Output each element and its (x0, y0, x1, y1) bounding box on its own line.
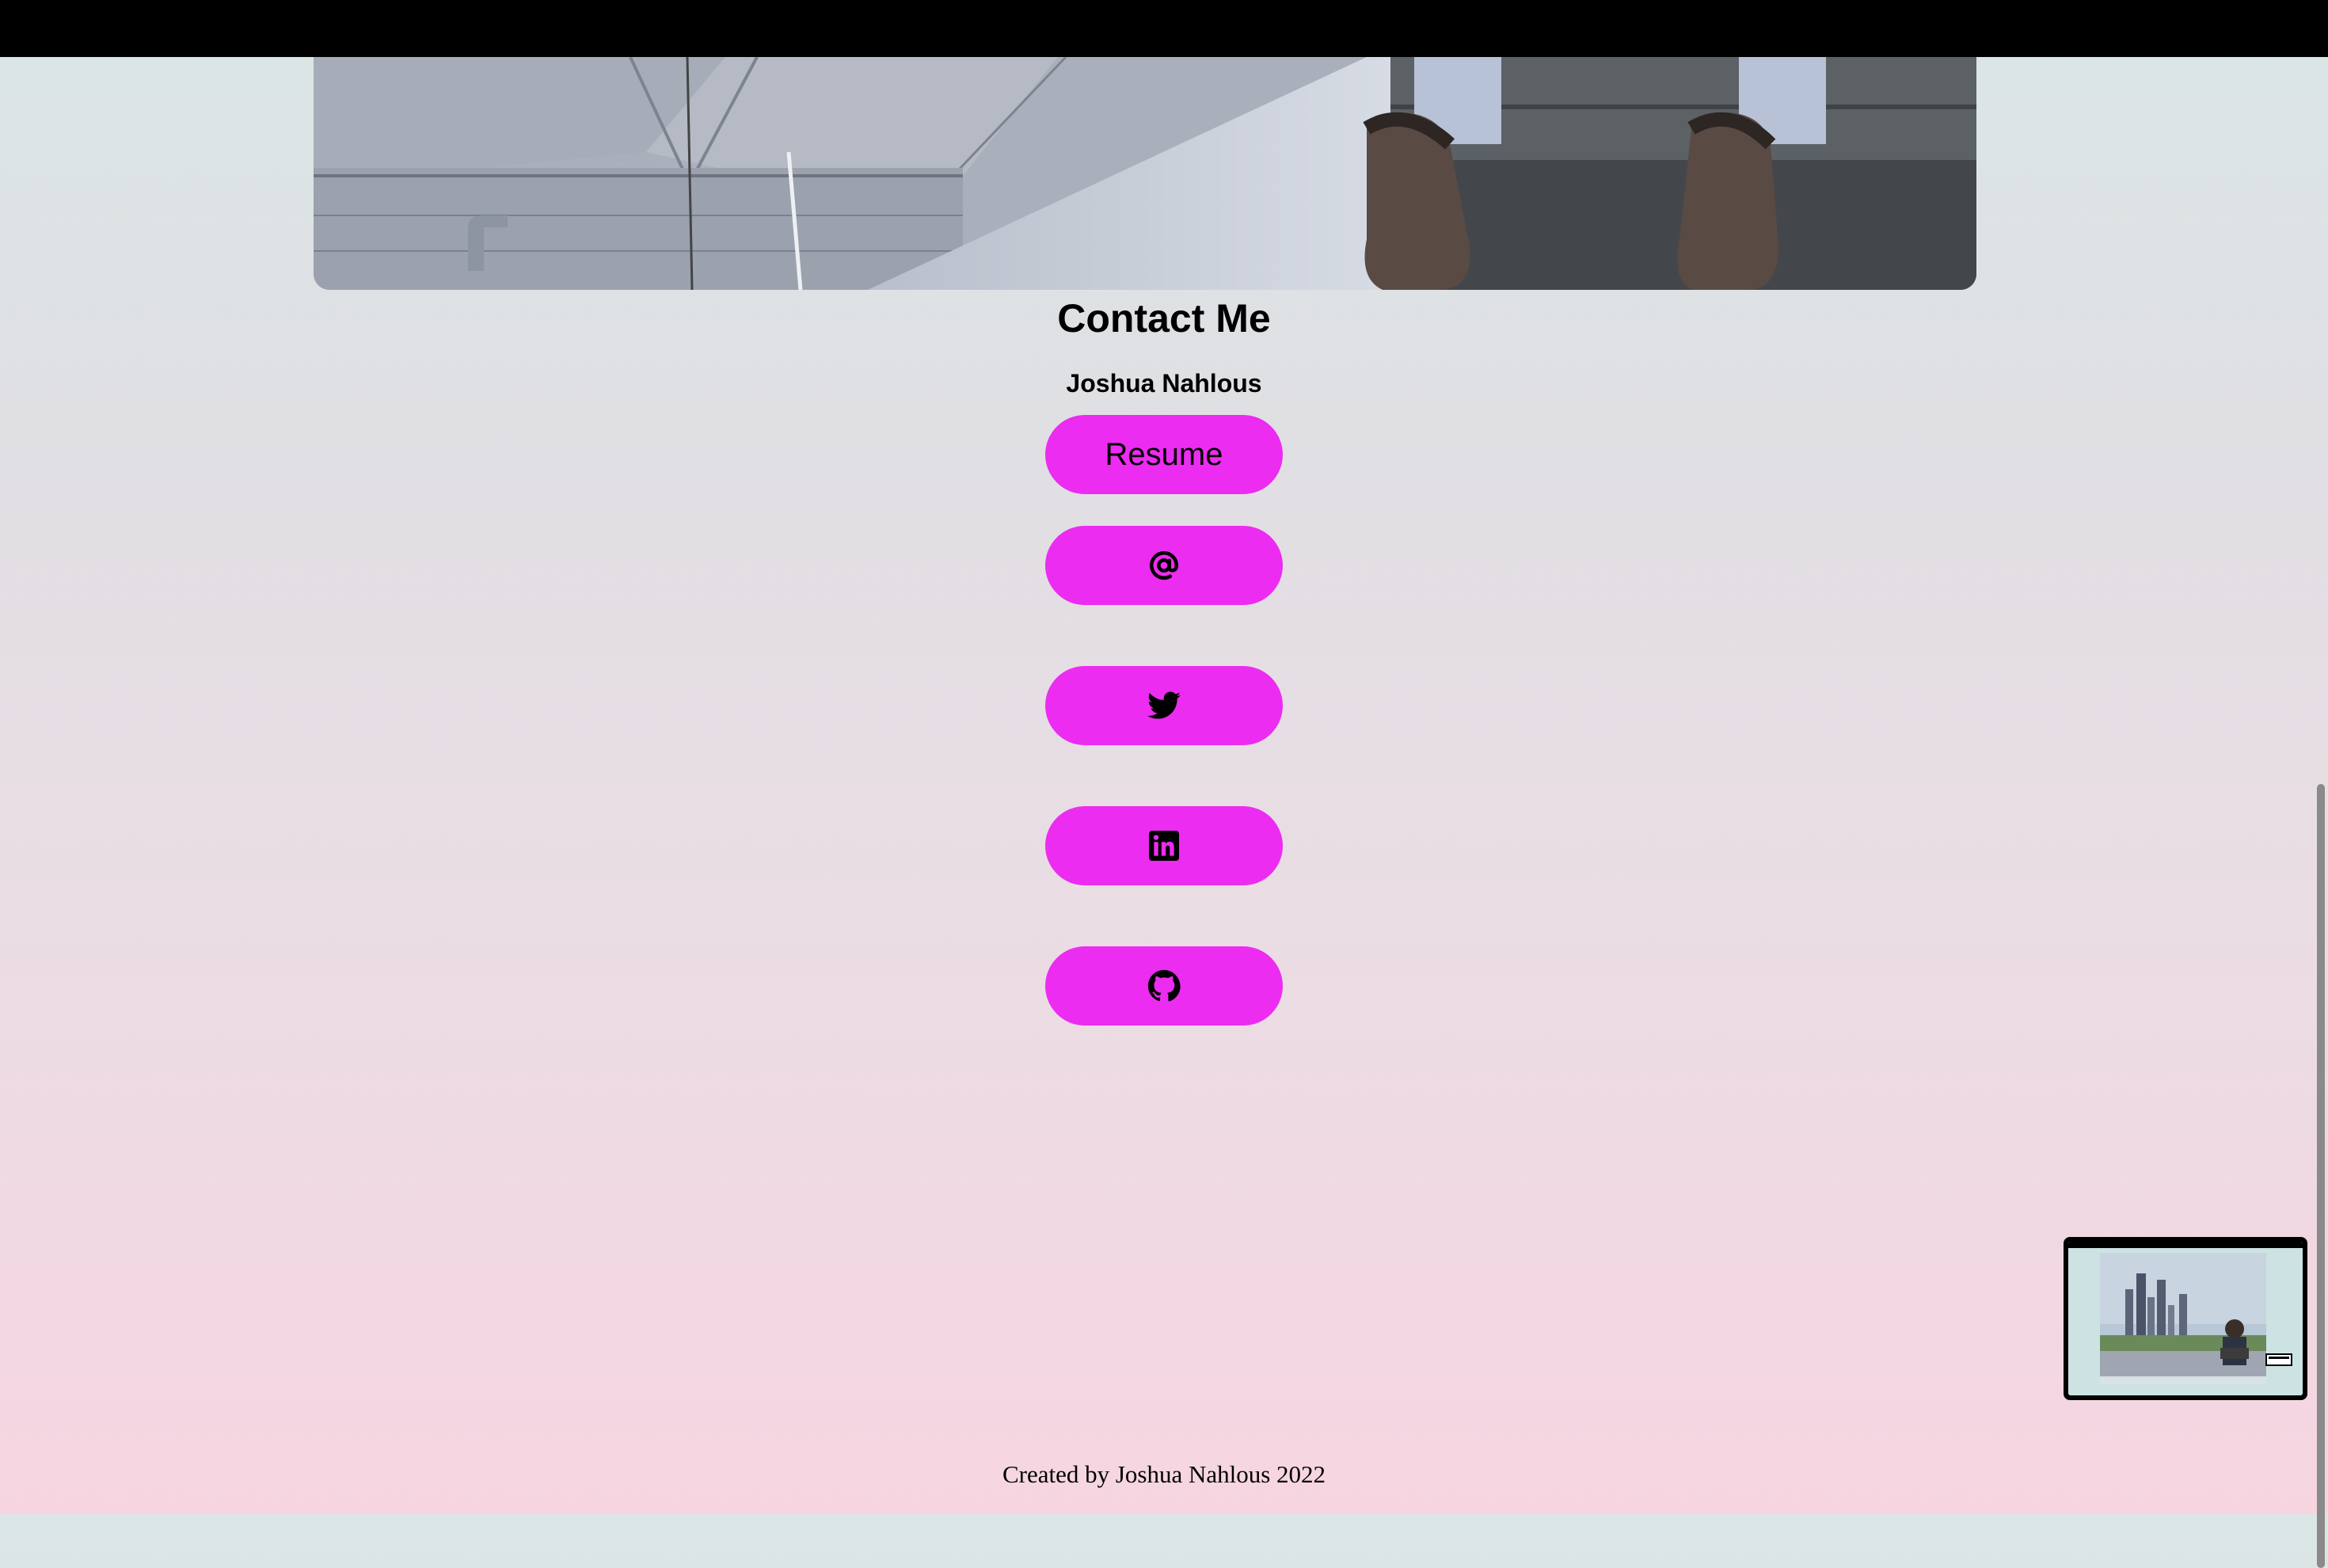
page-title: Contact Me (1057, 296, 1271, 341)
linkedin-icon (1149, 831, 1179, 861)
resume-button[interactable]: Resume (1045, 415, 1283, 494)
email-button[interactable] (1045, 526, 1283, 605)
linkedin-button[interactable] (1045, 806, 1283, 885)
twitter-button[interactable] (1045, 666, 1283, 745)
scrollbar-thumb[interactable] (2317, 784, 2325, 1568)
preview-thumbnail (2068, 1242, 2303, 1395)
person-name: Joshua Nahlous (1066, 369, 1262, 398)
github-button[interactable] (1045, 946, 1283, 1026)
hero-photo (314, 57, 1976, 290)
top-bar (0, 0, 2328, 57)
footer-credit: Created by Joshua Nahlous 2022 (1002, 1460, 1326, 1488)
github-icon (1147, 969, 1181, 1003)
scrollbar[interactable] (2314, 57, 2328, 1568)
twitter-icon (1147, 691, 1181, 720)
rooftop-photo (314, 57, 1976, 290)
at-icon (1147, 549, 1181, 582)
resume-button-label: Resume (1105, 437, 1223, 472)
picture-in-picture-preview[interactable] (2064, 1237, 2307, 1400)
